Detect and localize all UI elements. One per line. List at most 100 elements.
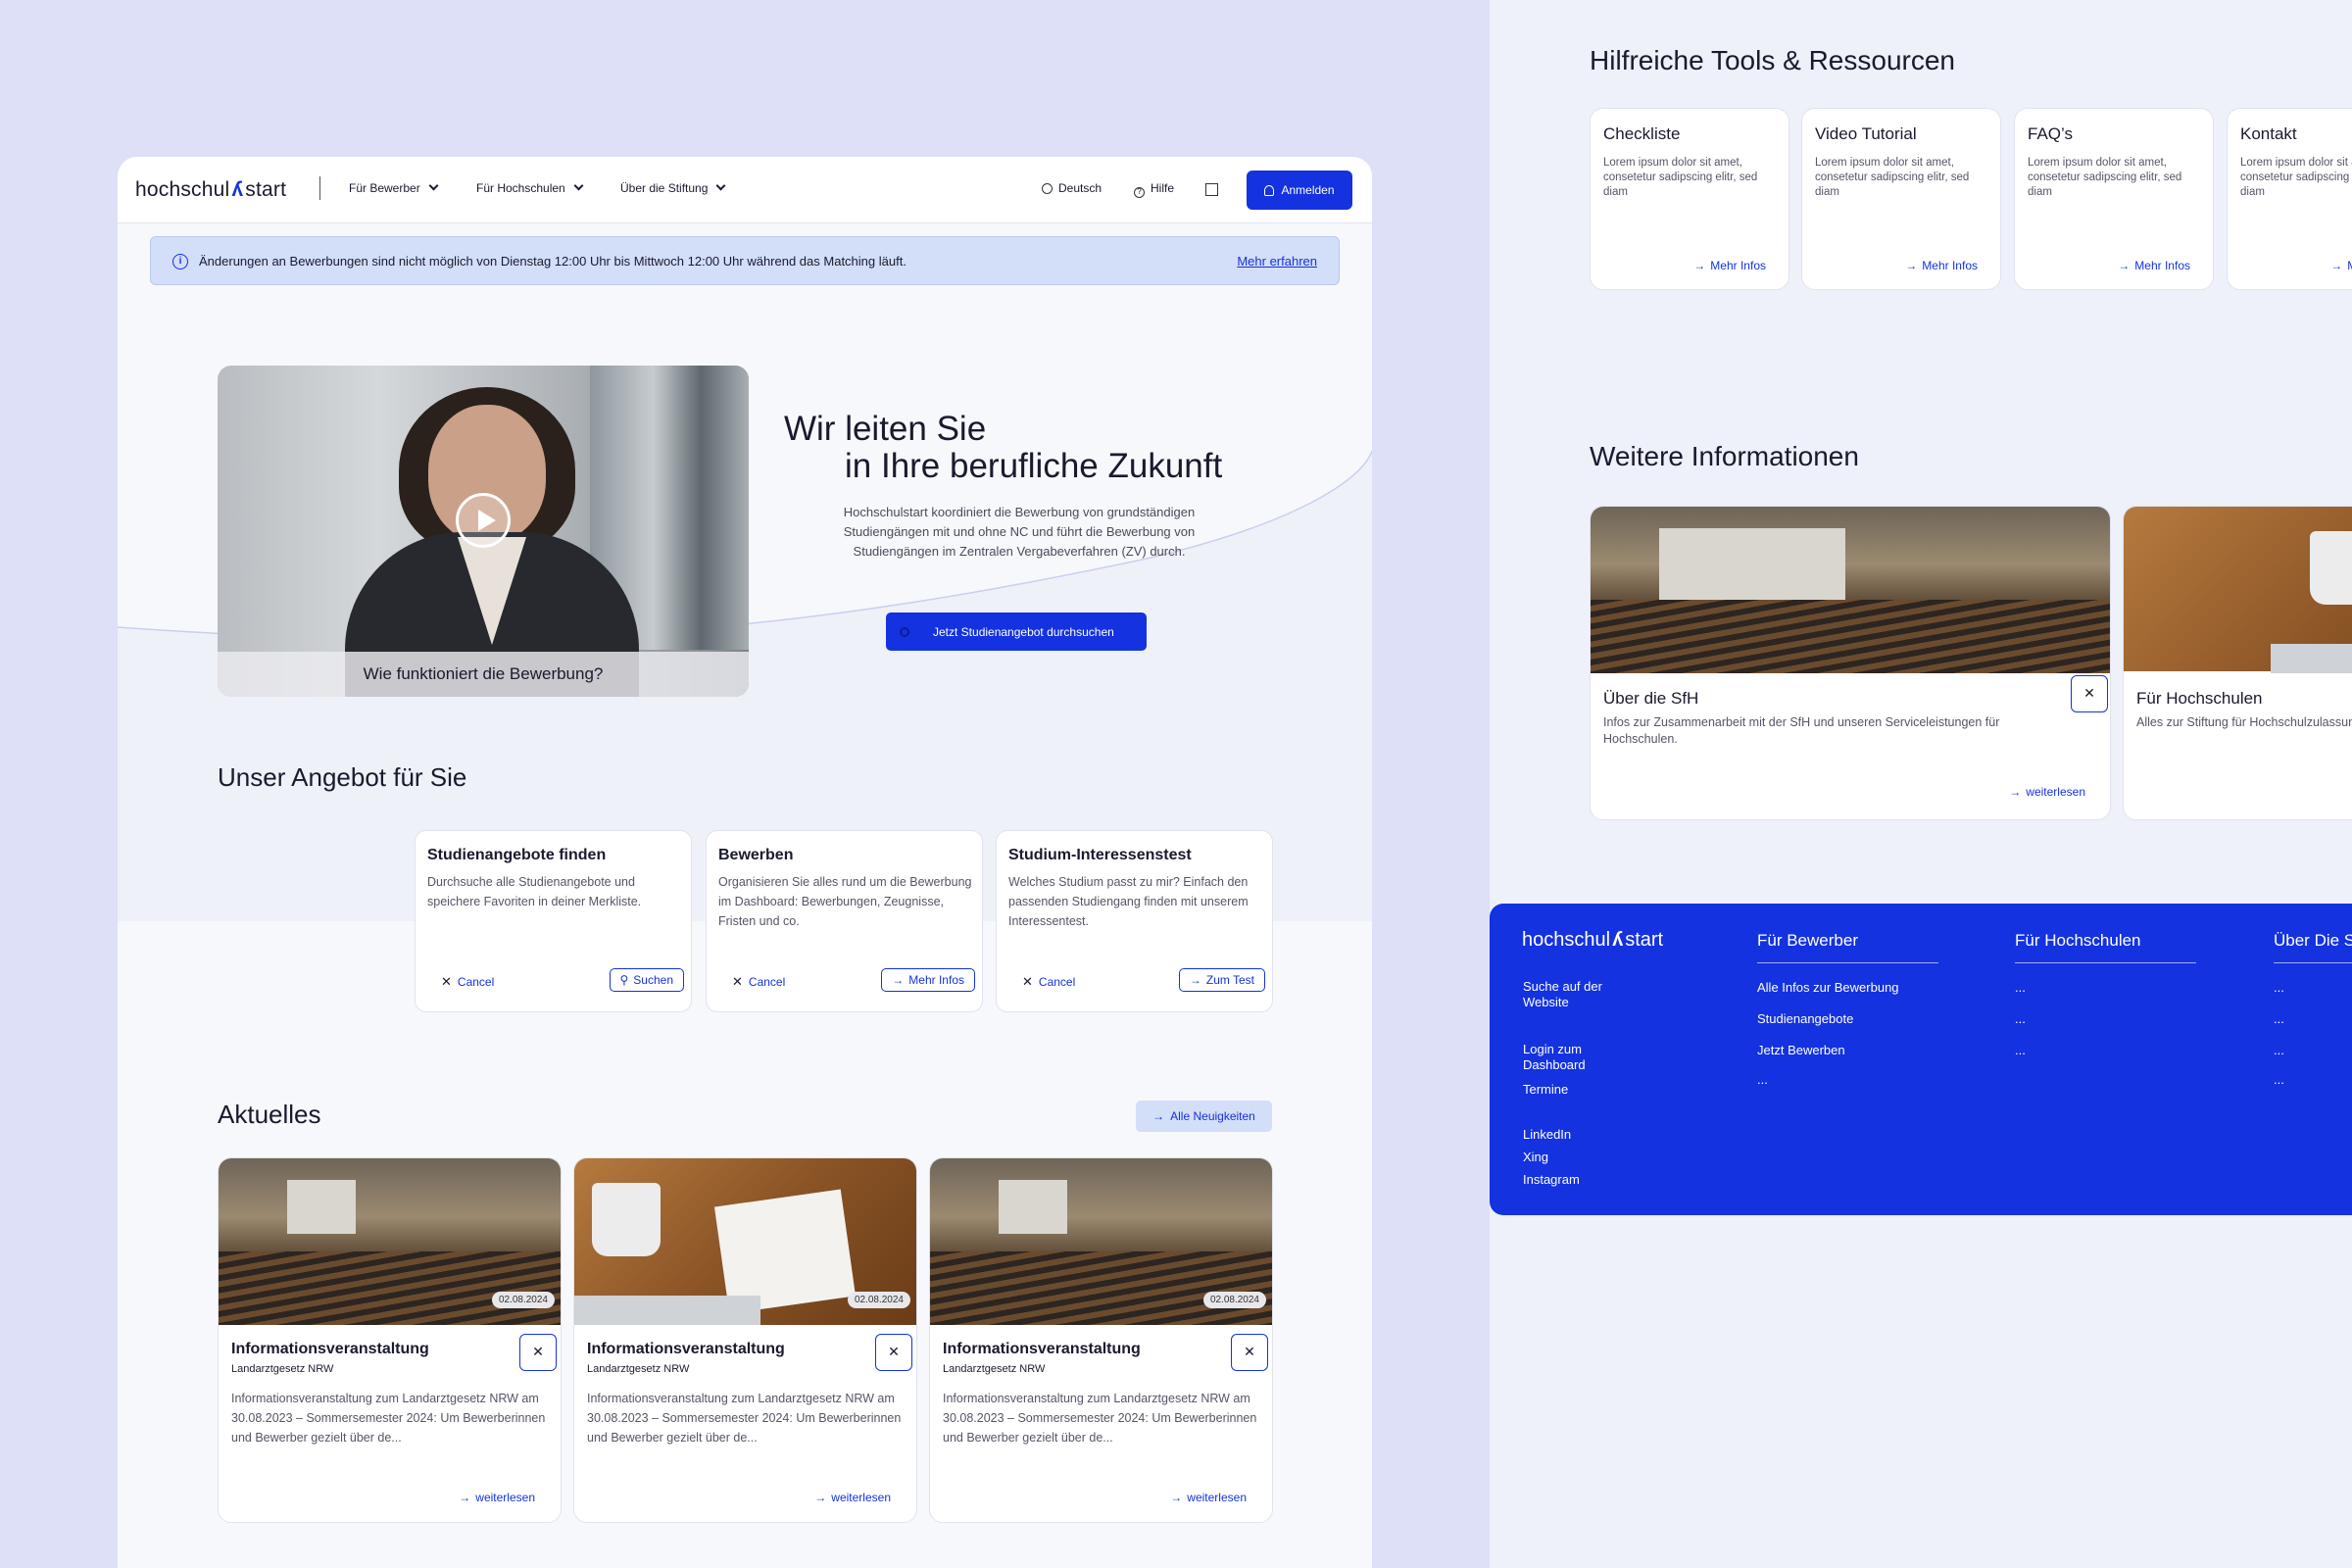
tool-card[interactable]: Video Tutorial Lorem ipsum dolor sit ame… [1801, 108, 2001, 290]
news-image: 02.08.2024 [219, 1158, 561, 1325]
square-icon[interactable] [1205, 183, 1218, 196]
all-news-button[interactable]: → Alle Neuigkeiten [1136, 1101, 1272, 1132]
read-more-link[interactable]: → weiterlesen [459, 1491, 535, 1504]
offer-card: Studienangebote finden Durchsuche alle S… [415, 830, 692, 1012]
footer-link[interactable]: ... [2015, 980, 2026, 996]
info-image [1591, 507, 2110, 673]
footer-link[interactable]: Jetzt Bewerben [1757, 1043, 1845, 1058]
info-card[interactable]: Für Hochschulen Alles zur Stiftung für H… [2123, 506, 2352, 820]
offer-action-button[interactable]: → Zum Test [1178, 968, 1265, 992]
footer-logo[interactable]: hochschul ʎ start [1522, 929, 1663, 952]
tool-card[interactable]: FAQ’s Lorem ipsum dolor sit amet, conset… [2014, 108, 2214, 290]
footer-link[interactable]: ... [2274, 1011, 2284, 1027]
offer-action-button[interactable]: ⚲ Suchen [609, 968, 684, 992]
offer-card-text: Durchsuche alle Studienangebote und spei… [427, 875, 642, 908]
logo-text: hochschul [1522, 929, 1611, 951]
info-card[interactable]: ✕ Über die SfH Infos zur Zusammenarbeit … [1590, 506, 2111, 820]
cancel-button[interactable]: ✕ Cancel [1022, 974, 1075, 990]
footer-column-title: Für Hochschulen [2015, 931, 2141, 950]
video-caption: Wie funktioniert die Bewerbung? [218, 652, 749, 697]
offer-card: Studium-Interessenstest Welches Studium … [996, 830, 1273, 1012]
language-selector[interactable]: Deutsch [1042, 181, 1102, 195]
close-button[interactable]: ✕ [519, 1334, 557, 1371]
tool-card-title: Video Tutorial [1815, 124, 1917, 143]
footer-link[interactable]: Instagram [1523, 1172, 1580, 1188]
read-more-link[interactable]: → weiterlesen [814, 1491, 891, 1504]
search-courses-button[interactable]: Jetzt Studienangebot durchsuchen [886, 612, 1147, 651]
footer-divider [1757, 962, 1938, 963]
read-more-label: weiterlesen [831, 1491, 891, 1504]
search-courses-label: Jetzt Studienangebot durchsuchen [933, 624, 1114, 639]
news-subtitle: Landarztgesetz NRW [943, 1363, 1046, 1375]
coffee-mug [592, 1183, 661, 1256]
tool-card-title: Checkliste [1603, 124, 1681, 143]
close-button[interactable]: ✕ [2071, 675, 2108, 712]
footer-link[interactable]: ... [2274, 1043, 2284, 1058]
close-button[interactable]: ✕ [875, 1334, 912, 1371]
date-badge: 02.08.2024 [847, 1292, 910, 1308]
news-section-title: Aktuelles [218, 1100, 321, 1129]
more-info-link[interactable]: → Mehr Infos [2330, 259, 2352, 272]
close-button[interactable]: ✕ [1231, 1334, 1268, 1371]
footer-link[interactable]: ... [2015, 1011, 2026, 1027]
read-more-link[interactable]: → weiterlesen [2009, 785, 2085, 799]
tool-card[interactable]: Kontakt Lorem ipsum dolor sit amet, cons… [2227, 108, 2352, 290]
more-info-label: Mehr Infos [2347, 259, 2352, 272]
footer-link[interactable]: ... [2015, 1043, 2026, 1058]
homepage-panel: hochschulʎstart Für Bewerber Für Hochsch… [118, 157, 1372, 1568]
help-link[interactable]: ? Hilfe [1134, 181, 1174, 198]
search-icon: ⚲ [619, 973, 629, 987]
more-info-link[interactable]: →Mehr Infos [2118, 259, 2190, 272]
globe-icon [1042, 183, 1053, 194]
footer-link[interactable]: Studienangebote [1757, 1011, 1853, 1027]
info-banner: i Änderungen an Bewerbungen sind nicht m… [150, 236, 1340, 285]
footer-link[interactable]: Login zum Dashboard [1523, 1042, 1631, 1073]
hero-title-line2: in Ihre berufliche Zukunft [845, 447, 1223, 485]
video-player[interactable]: Wie funktioniert die Bewerbung? [218, 366, 749, 697]
date-badge: 02.08.2024 [1202, 1292, 1266, 1308]
read-more-link[interactable]: → weiterlesen [1170, 1491, 1247, 1504]
info-card-title: Für Hochschulen [2136, 689, 2263, 708]
info-banner-text: Änderungen an Bewerbungen sind nicht mög… [199, 254, 906, 269]
footer-link[interactable]: ... [2274, 1072, 2284, 1088]
date-badge: 02.08.2024 [491, 1292, 555, 1308]
tool-card-clip: Kontakt Lorem ipsum dolor sit amet, cons… [2227, 108, 2352, 290]
nav-item-bewerber[interactable]: Für Bewerber [349, 180, 439, 195]
more-info-link[interactable]: →Mehr Infos [1905, 259, 1978, 272]
news-text: Informationsveranstaltung zum Landarztge… [587, 1392, 902, 1445]
news-image: 02.08.2024 [930, 1158, 1272, 1325]
nav-item-stiftung[interactable]: Über die Stiftung [620, 180, 726, 195]
login-button[interactable]: Anmelden [1247, 171, 1352, 210]
nav-item-hochschulen[interactable]: Für Hochschulen [476, 180, 584, 195]
news-subtitle: Landarztgesetz NRW [587, 1363, 690, 1375]
footer-link[interactable]: ... [2274, 980, 2284, 996]
footer-link[interactable]: Xing [1523, 1150, 1548, 1165]
coffee-mug [2310, 531, 2352, 605]
read-more-label: weiterlesen [475, 1491, 535, 1504]
cancel-button[interactable]: ✕ Cancel [732, 974, 785, 990]
lecture-screen [999, 1180, 1067, 1234]
footer-link[interactable]: ... [1757, 1072, 1768, 1088]
footer-link[interactable]: LinkedIn [1523, 1127, 1571, 1143]
offer-action-button[interactable]: → Mehr Infos [881, 968, 975, 992]
footer-column-title: Für Bewerber [1757, 931, 1858, 950]
more-info-link[interactable]: →Mehr Infos [1693, 259, 1766, 272]
laptop [574, 1296, 760, 1325]
arrow-right-icon: → [1905, 259, 1918, 272]
cancel-button[interactable]: ✕ Cancel [441, 974, 494, 990]
all-news-label: Alle Neuigkeiten [1170, 1109, 1255, 1123]
arrow-right-icon: → [2118, 259, 2131, 272]
info-banner-link[interactable]: Mehr erfahren [1237, 254, 1317, 269]
tool-card-text: Lorem ipsum dolor sit amet, consetetur s… [2240, 157, 2352, 198]
footer-link[interactable]: Termine [1523, 1082, 1568, 1098]
laptop [2271, 644, 2352, 673]
tool-card[interactable]: Checkliste Lorem ipsum dolor sit amet, c… [1590, 108, 1789, 290]
nav-divider [319, 176, 320, 200]
footer-link[interactable]: Suche auf der Website [1523, 979, 1631, 1010]
close-icon: ✕ [2083, 685, 2095, 701]
play-icon[interactable] [456, 493, 511, 548]
top-navigation: hochschulʎstart Für Bewerber Für Hochsch… [118, 157, 1372, 223]
logo[interactable]: hochschulʎstart [135, 178, 286, 202]
footer-link[interactable]: Alle Infos zur Bewerbung [1757, 980, 1899, 996]
arrow-right-icon: → [2330, 259, 2343, 272]
